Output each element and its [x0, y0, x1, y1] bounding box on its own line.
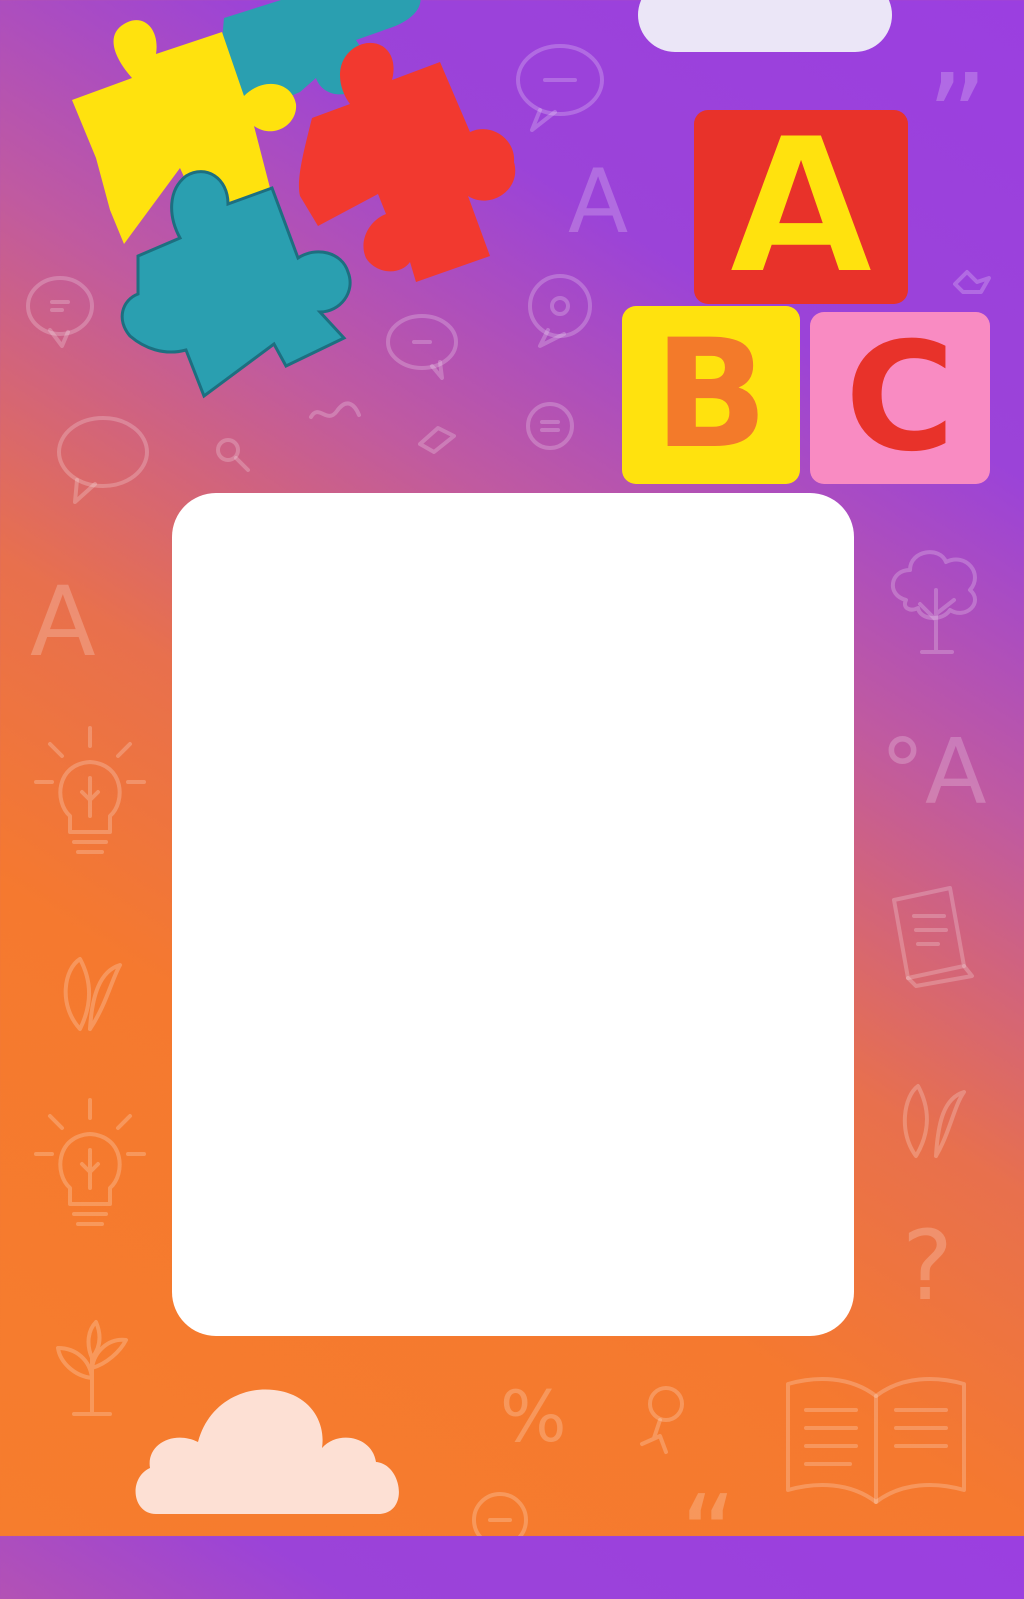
lightbulb-icon [34, 1098, 146, 1226]
map-pin-icon [640, 1386, 684, 1454]
letter-block-b-label: B [653, 308, 769, 482]
open-book-icon [786, 1377, 966, 1504]
question-mark-doodle: ? [902, 1210, 953, 1322]
leaf-icon [63, 957, 122, 1031]
smiley-icon [472, 1492, 528, 1536]
percent-sign-doodle: % [500, 1376, 567, 1458]
letter-block-c: C [810, 312, 990, 484]
letter-a-doodle: A [30, 566, 96, 678]
content-card [172, 493, 854, 1336]
letter-block-c-label: C [844, 311, 956, 485]
letter-a-doodle: °A [880, 720, 987, 825]
cloud-bottom-decoration [135, 1389, 399, 1514]
quote-mark-doodle: “ [680, 1471, 737, 1599]
leaf-icon [902, 1084, 966, 1158]
letter-block-b: B [622, 306, 800, 484]
letter-block-a-label: A [725, 96, 876, 317]
lightbulb-icon [34, 726, 146, 854]
notebook-icon [892, 886, 974, 988]
letter-block-a: A [694, 110, 908, 304]
